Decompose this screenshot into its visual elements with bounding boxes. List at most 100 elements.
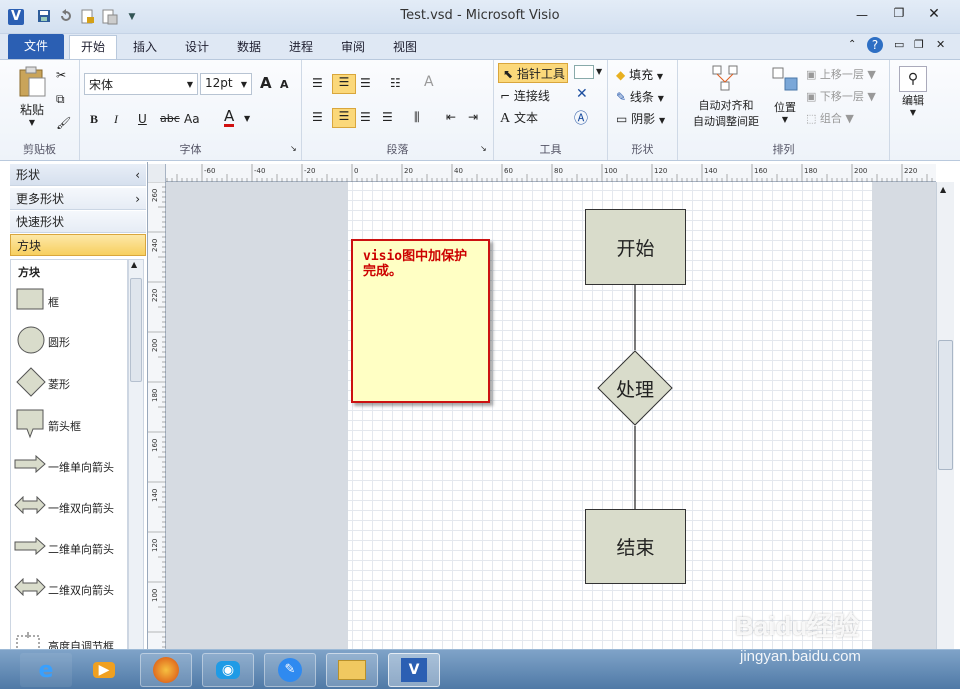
- quick-shapes-item[interactable]: 快速形状: [10, 211, 146, 233]
- rotate-text-icon[interactable]: Ⓐ: [574, 108, 588, 128]
- tab-file[interactable]: 文件: [8, 34, 64, 59]
- media-player-icon[interactable]: ▶: [78, 653, 130, 687]
- paste-button[interactable]: 粘贴 ▼: [14, 66, 50, 127]
- align-center-icon[interactable]: ☰: [332, 108, 356, 128]
- scroll-up-arrow-icon[interactable]: ▲: [940, 185, 946, 194]
- start-shape[interactable]: 开始: [585, 209, 686, 285]
- align-left-icon[interactable]: ☰: [312, 110, 323, 124]
- tab-insert[interactable]: 插入: [122, 36, 168, 60]
- file-explorer-icon[interactable]: [326, 653, 378, 687]
- font-group-label: 字体: [179, 143, 202, 156]
- shrink-font-button[interactable]: A: [280, 78, 289, 91]
- bullets-icon[interactable]: ☷: [390, 76, 401, 90]
- font-name-select[interactable]: 宋体 ▼: [84, 73, 198, 95]
- vertical-ruler-ticks: 260 240 220 200 180 160 140 120 100: [148, 182, 166, 648]
- align-bottom-icon[interactable]: ☰: [360, 76, 371, 90]
- shadow-button[interactable]: ▭ 阴影 ▼: [616, 110, 665, 127]
- rectangle-tool-icon[interactable]: [574, 65, 594, 79]
- stencil-scrollbar[interactable]: ▲: [128, 259, 144, 651]
- decrease-indent-icon[interactable]: ⇤: [446, 110, 456, 124]
- increase-indent-icon[interactable]: ⇥: [468, 110, 478, 124]
- send-backward-button[interactable]: ▣ 下移一层 ▼: [806, 88, 876, 104]
- paragraph-dialog-launcher-icon[interactable]: ↘: [480, 144, 487, 153]
- shape-circle[interactable]: 圆形: [10, 322, 128, 362]
- restore-icon[interactable]: ❐: [889, 6, 909, 20]
- help-icon[interactable]: ?: [867, 37, 883, 53]
- shape-arrow-box[interactable]: 箭头框: [10, 406, 128, 446]
- watermark-brand: Baidu经验: [735, 611, 860, 641]
- tab-design[interactable]: 设计: [174, 36, 220, 60]
- shape-diamond[interactable]: 菱形: [10, 364, 128, 404]
- shape-1d-double-arrow[interactable]: 一维双向箭头: [10, 488, 128, 528]
- pointer-tool-button[interactable]: ⬉ 指针工具: [498, 63, 568, 83]
- font-color-dropdown-icon[interactable]: ▼: [244, 114, 250, 123]
- justify-icon[interactable]: ☰: [382, 110, 393, 124]
- align-middle-icon[interactable]: ☰: [332, 74, 356, 94]
- change-case-button[interactable]: Aa: [184, 112, 200, 126]
- auto-align-space-button[interactable]: 自动对齐和 自动调整间距: [684, 64, 768, 129]
- shape-auto-height-box[interactable]: 高度自调节框: [10, 628, 128, 653]
- close-icon[interactable]: ✕: [924, 6, 944, 22]
- grow-font-button[interactable]: A: [260, 74, 272, 92]
- ruler-tick-label: 180: [151, 389, 159, 402]
- fill-button[interactable]: ◆ 填充 ▼: [616, 66, 663, 83]
- tab-process[interactable]: 进程: [278, 36, 324, 60]
- doc-minimize-icon[interactable]: ▭: [894, 38, 904, 51]
- tab-review[interactable]: 审阅: [330, 36, 376, 60]
- note-shape[interactable]: visio图中加保护完成。: [351, 239, 490, 403]
- close-tool-icon[interactable]: ✕: [576, 86, 588, 102]
- line-button[interactable]: ✎ 线条 ▼: [616, 88, 664, 105]
- cut-icon[interactable]: ✂: [56, 68, 66, 82]
- ruler-tick-label: 140: [151, 489, 159, 502]
- tab-view[interactable]: 视图: [382, 36, 428, 60]
- stencil-blocks-item[interactable]: 方块: [10, 234, 146, 256]
- canvas-scroll-thumb[interactable]: [938, 340, 953, 470]
- shape-2d-single-arrow[interactable]: 二维单向箭头: [10, 529, 128, 569]
- font-size-select[interactable]: 12pt ▼: [200, 73, 252, 95]
- firefox-icon[interactable]: [140, 653, 192, 687]
- visio-icon[interactable]: V: [388, 653, 440, 687]
- strikethrough-button[interactable]: abc: [160, 112, 180, 125]
- format-painter-icon[interactable]: 🖌: [56, 116, 71, 130]
- font-dialog-launcher-icon[interactable]: ↘: [290, 144, 297, 153]
- canvas-vertical-scrollbar[interactable]: ▲: [936, 182, 954, 652]
- underline-button[interactable]: U: [138, 112, 147, 126]
- font-color-button[interactable]: A: [224, 108, 235, 127]
- minimize-ribbon-icon[interactable]: ⌃: [848, 39, 856, 50]
- shape-tool-dropdown-icon[interactable]: ▼: [596, 67, 602, 76]
- stencil-scroll-thumb[interactable]: [130, 278, 142, 382]
- ruler-tick-label: 60: [504, 167, 513, 175]
- doc-close-icon[interactable]: ✕: [936, 38, 945, 51]
- copy-icon[interactable]: ⧉: [56, 92, 65, 107]
- ie-icon[interactable]: e: [20, 653, 72, 687]
- align-top-icon[interactable]: ☰: [312, 76, 323, 90]
- italic-button[interactable]: I: [114, 112, 118, 127]
- doc-restore-icon[interactable]: ❐: [914, 38, 924, 51]
- distribute-icon[interactable]: ⫼: [414, 110, 420, 125]
- tab-home[interactable]: 开始: [69, 35, 117, 61]
- group-button[interactable]: ⬚ 组合 ▼: [806, 110, 854, 126]
- shape-2d-double-arrow[interactable]: 二维双向箭头: [10, 570, 128, 610]
- chat-icon[interactable]: ◉: [202, 653, 254, 687]
- shape-box[interactable]: 框: [10, 282, 128, 322]
- bold-button[interactable]: B: [90, 112, 98, 127]
- connector-button[interactable]: ⌐ 连接线: [500, 87, 550, 104]
- shape-1d-single-arrow[interactable]: 一维单向箭头: [10, 447, 128, 487]
- ruler-tick-label: 200: [854, 167, 867, 175]
- more-shapes-item[interactable]: 更多形状 ›: [10, 188, 146, 210]
- text-direction-icon[interactable]: A: [424, 74, 434, 90]
- minimize-icon[interactable]: —: [852, 8, 872, 22]
- align-right-icon[interactable]: ☰: [360, 110, 371, 124]
- editing-button[interactable]: ⚲ 编辑 ▼: [896, 66, 930, 117]
- note-icon[interactable]: ✎: [264, 653, 316, 687]
- text-tool-button[interactable]: A 文本: [500, 109, 538, 127]
- ruler-tick-label: 0: [354, 167, 358, 175]
- position-button[interactable]: 位置 ▼: [768, 66, 802, 124]
- end-shape[interactable]: 结束: [585, 509, 686, 584]
- drawing-page[interactable]: 开始 处理 结束 visio图中加保护完成。: [348, 182, 872, 652]
- tools-group-label: 工具: [539, 143, 562, 156]
- tab-data[interactable]: 数据: [226, 36, 272, 60]
- collapse-panel-icon[interactable]: ‹: [135, 164, 140, 186]
- bring-forward-button[interactable]: ▣ 上移一层 ▼: [806, 66, 876, 82]
- ruler-tick-label: -20: [304, 167, 315, 175]
